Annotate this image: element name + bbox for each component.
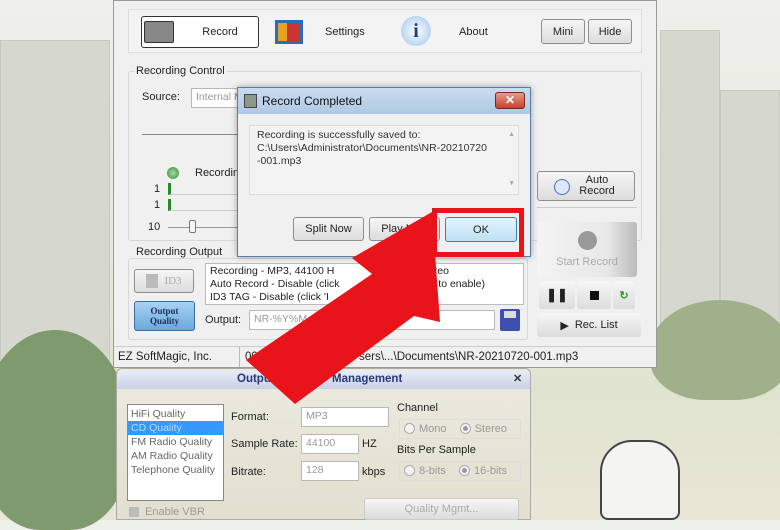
red-arrow-icon bbox=[246, 212, 440, 404]
